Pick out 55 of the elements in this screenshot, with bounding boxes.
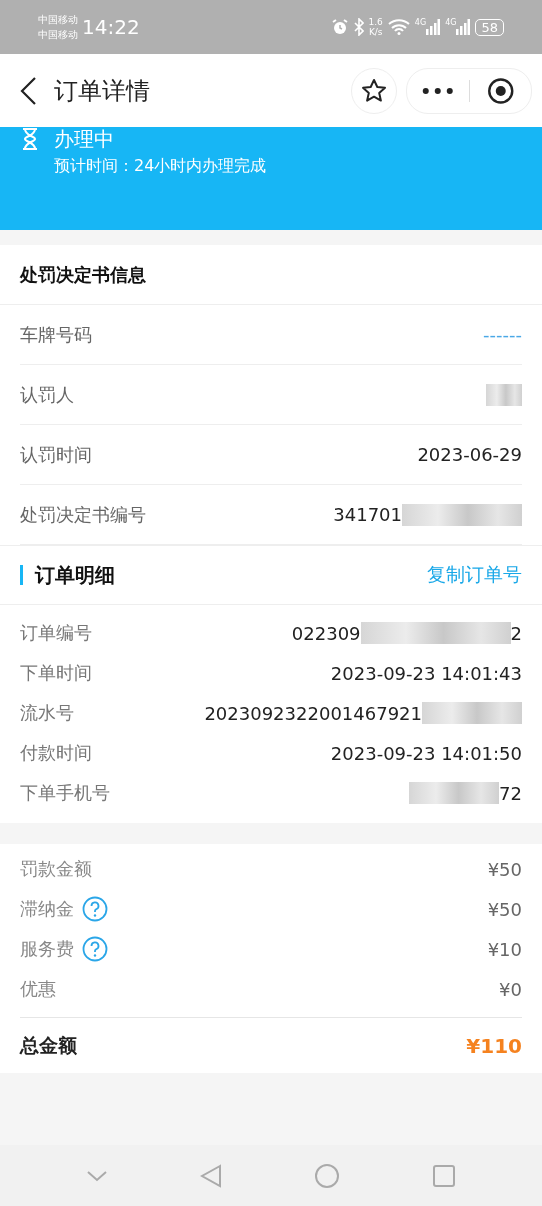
fee-amount: ¥50 [487, 898, 522, 920]
field-label: 下单时间 [20, 661, 92, 685]
help-icon[interactable] [82, 896, 108, 922]
field-label: 订单编号 [20, 621, 92, 645]
copy-order-link[interactable]: 复制订单号 [427, 562, 522, 588]
signal-icon [456, 19, 471, 35]
status-text: 办理中 [54, 127, 114, 151]
bluetooth-icon [353, 18, 364, 36]
fee-amount: ¥50 [487, 858, 522, 880]
back-triangle-icon[interactable] [200, 1163, 222, 1188]
field-label: 下单手机号 [20, 781, 110, 805]
fee-label: 优惠 [20, 977, 56, 1001]
field-label: 付款时间 [20, 741, 92, 765]
field-value: 341701 [333, 504, 402, 525]
field-value: 2 [510, 622, 522, 644]
field-value: ------ [483, 324, 522, 345]
field-value: 2023-09-23 14:01:50 [330, 742, 522, 764]
help-icon[interactable] [82, 936, 108, 962]
alarm-icon [330, 18, 349, 36]
field-label: 流水号 [20, 701, 74, 725]
fee-amount: ¥10 [487, 938, 522, 960]
back-icon[interactable] [18, 75, 38, 106]
field-value: 2023-06-29 [417, 444, 522, 465]
speed-unit: K/s [368, 27, 383, 37]
field-value: 2023-09-23 14:01:43 [330, 662, 522, 684]
signal-icon [426, 19, 441, 35]
star-icon [361, 77, 387, 104]
section-title: 处罚决定书信息 [0, 245, 542, 305]
fee-label: 滞纳金 [20, 897, 74, 921]
chevron-down-icon[interactable] [86, 1169, 108, 1182]
field-label: 车牌号码 [20, 322, 92, 347]
speed-value: 1.6 [368, 17, 383, 27]
network-label: 4G [445, 19, 457, 27]
fee-label: 服务费 [20, 937, 74, 961]
carrier-label: 中国移动 [38, 13, 78, 27]
field-label: 认罚时间 [20, 442, 92, 467]
page-title: 订单详情 [54, 75, 151, 107]
field-label: 处罚决定书编号 [20, 502, 146, 527]
clock: 14:22 [82, 15, 140, 39]
section-title: 订单明细 [35, 561, 116, 589]
recents-square-icon[interactable] [432, 1163, 456, 1188]
field-label: 认罚人 [20, 382, 74, 407]
carrier-label: 中国移动 [38, 28, 78, 42]
field-value: 72 [499, 782, 522, 804]
field-value: 022309 [291, 622, 361, 644]
fee-amount: ¥0 [499, 978, 522, 1000]
network-label: 4G [414, 19, 427, 27]
total-amount: ¥110 [466, 1033, 522, 1058]
fee-label: 罚款金额 [20, 857, 92, 881]
battery-indicator: 58 [475, 18, 504, 36]
total-label: 总金额 [20, 1032, 77, 1058]
home-circle-icon[interactable] [314, 1162, 340, 1189]
field-value: 2023092322001467921 [204, 702, 422, 724]
estimate-text: 预计时间：24小时内办理完成 [54, 155, 268, 177]
wifi-icon [387, 19, 410, 35]
